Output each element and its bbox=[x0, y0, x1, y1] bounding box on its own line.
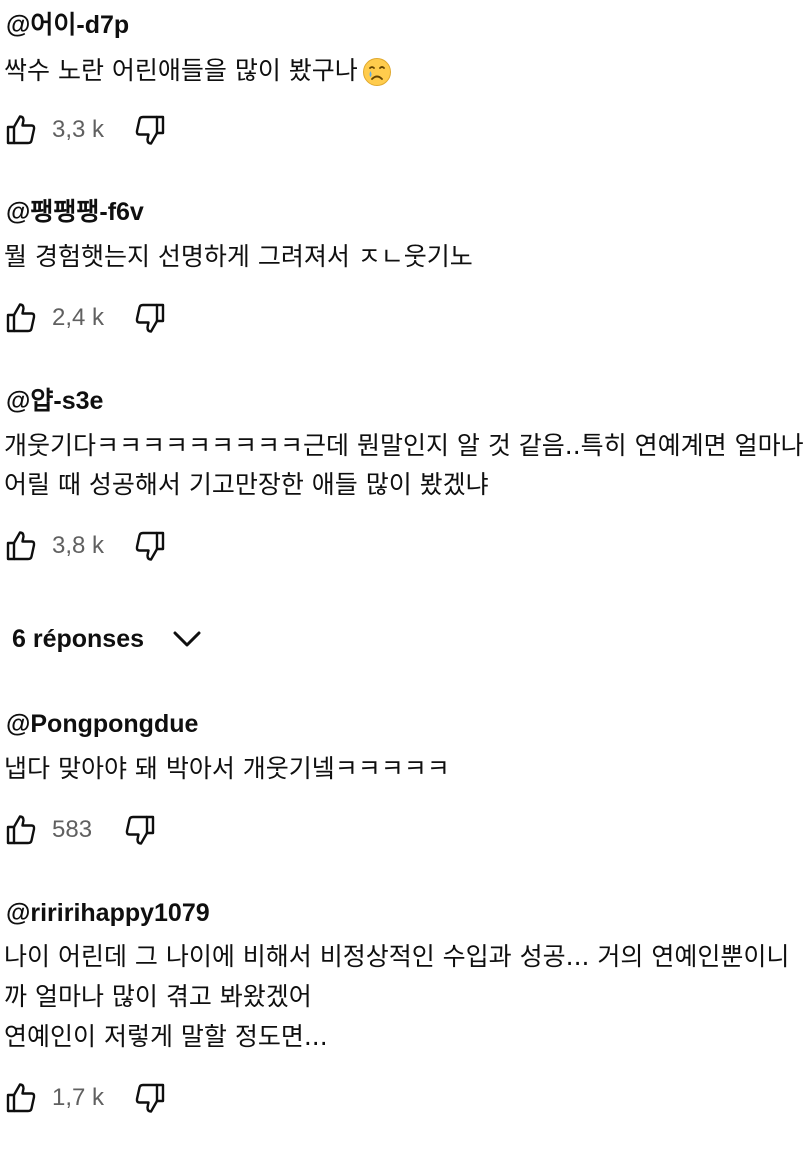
comment-text-line: 개웃기다ㅋㅋㅋㅋㅋㅋㅋㅋㅋ근데 뭔말인지 알 것 같음..특히 연예계면 얼마나 bbox=[4, 431, 804, 460]
crying-face-emoji bbox=[362, 57, 392, 87]
comment-author[interactable]: @어이-d7p bbox=[6, 10, 129, 40]
comment-actions: 3,8 k bbox=[0, 526, 300, 566]
comment-text-line: 어릴 때 성공해서 기고만장한 애들 많이 봤겠냐 bbox=[4, 470, 489, 499]
comment-text-line: 싹수 노란 어린애들을 많이 봤구나 bbox=[4, 56, 358, 85]
comment-text-line: 나이 어린데 그 나이에 비해서 비정상적인 수입과 성공... 거의 연예인뿐… bbox=[4, 942, 790, 971]
comment-text-line: 냅다 맞아야 돼 박아서 개웃기넼ㅋㅋㅋㅋㅋ bbox=[4, 754, 450, 783]
like-count: 2,4 k bbox=[52, 304, 105, 331]
thumbs-up-icon[interactable] bbox=[6, 1082, 36, 1114]
comment-text-line: 까 얼마나 많이 겪고 봐왔겠어 bbox=[4, 982, 312, 1011]
thumbs-down-icon[interactable] bbox=[135, 302, 165, 334]
comment-text: 싹수 노란 어린애들을 많이 봤구나 bbox=[4, 54, 392, 88]
chevron-down-icon bbox=[172, 627, 202, 651]
comment-actions: 1,7 k bbox=[0, 1078, 300, 1118]
comment-text-line: 뭘 경험햇는지 선명하게 그려져서 ㅈㄴ웃기노 bbox=[4, 242, 473, 271]
like-count: 3,8 k bbox=[52, 532, 105, 559]
thumbs-down-icon[interactable] bbox=[135, 530, 165, 562]
like-count: 583 bbox=[52, 816, 93, 843]
comment-actions: 2,4 k bbox=[0, 298, 300, 338]
thumbs-up-icon[interactable] bbox=[6, 814, 36, 846]
comment-actions: 583 bbox=[0, 810, 300, 850]
thumbs-down-icon[interactable] bbox=[125, 814, 155, 846]
comment-author[interactable]: @Pongpongdue bbox=[6, 709, 198, 739]
replies-label: 6 réponses bbox=[12, 625, 145, 653]
comment-actions: 3,3 k bbox=[0, 110, 300, 150]
comment-author[interactable]: @팽팽팽-f6v bbox=[6, 197, 144, 227]
thumbs-up-icon[interactable] bbox=[6, 530, 36, 562]
like-count: 3,3 k bbox=[52, 116, 105, 143]
comment-text-line: 연예인이 저렇게 말할 정도면... bbox=[4, 1022, 328, 1051]
like-count: 1,7 k bbox=[52, 1084, 105, 1111]
thumbs-up-icon[interactable] bbox=[6, 114, 36, 146]
thumbs-down-icon[interactable] bbox=[135, 114, 165, 146]
comment-author[interactable]: @얍-s3e bbox=[6, 386, 103, 416]
thumbs-down-icon[interactable] bbox=[135, 1082, 165, 1114]
comment-author[interactable]: @riririhappy1079 bbox=[6, 898, 210, 928]
thumbs-up-icon[interactable] bbox=[6, 302, 36, 334]
